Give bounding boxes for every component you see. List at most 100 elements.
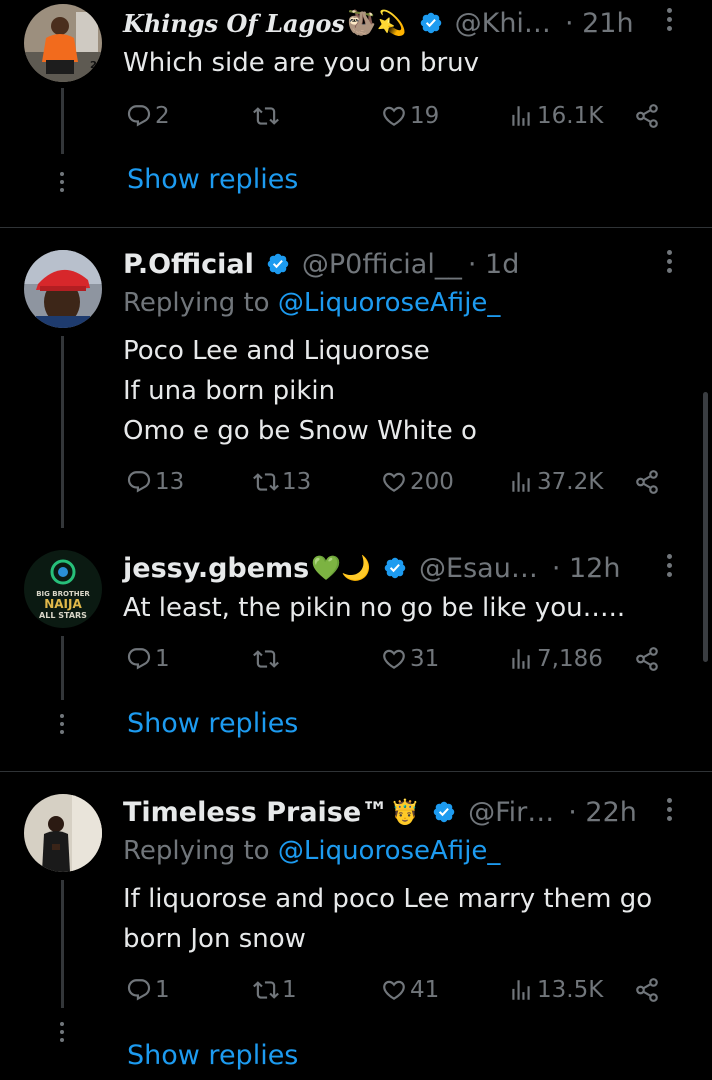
- heart-icon: [381, 646, 407, 672]
- avatar[interactable]: 20: [24, 4, 102, 82]
- view-count: 37.2K: [537, 469, 604, 495]
- handle[interactable]: @Fir…: [468, 797, 554, 828]
- display-name[interactable]: P.Official: [123, 249, 254, 280]
- tweet-text: Poco Lee and Liquorose If una born pikin…: [123, 331, 477, 451]
- handle[interactable]: @Khi…: [455, 8, 551, 39]
- more-options-icon[interactable]: [664, 798, 674, 828]
- display-name[interactable]: jessy.gbems: [123, 553, 309, 584]
- retweet-button[interactable]: [253, 646, 282, 672]
- show-replies-link[interactable]: Show replies: [127, 1040, 298, 1071]
- share-icon: [634, 469, 660, 495]
- tweet-line: At least, the pikin no go be like you…..: [123, 593, 626, 623]
- timestamp[interactable]: · 22h: [568, 797, 637, 828]
- like-button[interactable]: 31: [381, 646, 439, 672]
- tweet-header: jessy.gbems 💚🌙 @Esau… · 12h: [123, 548, 620, 588]
- scrollbar[interactable]: [703, 392, 708, 662]
- heart-icon: [381, 977, 407, 1003]
- mention-link[interactable]: @LiquoroseAfije_: [278, 288, 501, 318]
- handle[interactable]: @P0fficial__: [302, 249, 462, 280]
- share-button[interactable]: [634, 977, 663, 1003]
- share-button[interactable]: [634, 103, 663, 129]
- timestamp[interactable]: · 1d: [468, 249, 519, 280]
- like-button[interactable]: 19: [381, 103, 439, 129]
- views-button[interactable]: 16.1K: [508, 103, 603, 129]
- heart-icon: [381, 469, 407, 495]
- reply-button[interactable]: 1: [126, 977, 170, 1003]
- reply-button[interactable]: 2: [126, 103, 170, 129]
- avatar-text: ALL STARS: [39, 611, 87, 620]
- views-chart-icon: [508, 103, 534, 129]
- view-count: 7,186: [537, 646, 603, 672]
- reply-feed: 20 Khings Of Lagos 🦥💫 @Khi… · 21h Which …: [0, 0, 712, 1080]
- timestamp[interactable]: · 12h: [552, 553, 621, 584]
- more-options-icon[interactable]: [664, 554, 674, 584]
- tweet-card[interactable]: BIG BROTHER NAIJA ALL STARS jessy.gbems …: [0, 528, 712, 768]
- name-emoji: 🤴: [390, 798, 421, 826]
- tweet-text: Which side are you on bruv: [123, 43, 479, 83]
- tweet-card[interactable]: P.Official @P0fficial__ · 1d Replying to…: [0, 228, 712, 528]
- handle[interactable]: @Esau…: [419, 553, 538, 584]
- avatar[interactable]: [24, 250, 102, 328]
- like-button[interactable]: 41: [381, 977, 439, 1003]
- views-chart-icon: [508, 646, 534, 672]
- tweet-line: Which side are you on bruv: [123, 48, 480, 78]
- view-count: 13.5K: [537, 977, 604, 1003]
- verified-badge-icon: [419, 11, 443, 35]
- thread-gap-dots: [60, 172, 65, 196]
- display-name[interactable]: Khings Of Lagos: [123, 9, 345, 38]
- reply-count: 2: [155, 103, 170, 129]
- retweet-button[interactable]: 1: [253, 977, 297, 1003]
- retweet-icon: [253, 977, 279, 1003]
- tweet-line: Omo e go be Snow White o: [123, 416, 477, 446]
- mention-link[interactable]: @LiquoroseAfije_: [278, 836, 501, 866]
- tweet-card[interactable]: 20 Khings Of Lagos 🦥💫 @Khi… · 21h Which …: [0, 0, 712, 226]
- like-count: 31: [410, 646, 440, 672]
- tweet-line: born Jon snow: [123, 924, 306, 954]
- share-icon: [634, 646, 660, 672]
- action-bar: 1 1 41 13.5K: [0, 977, 712, 1013]
- replying-to: Replying to @LiquoroseAfije_: [123, 836, 500, 866]
- action-bar: 2 19 16.1K: [0, 103, 712, 139]
- action-bar: 13 13 200 37.2K: [0, 469, 712, 505]
- timestamp[interactable]: · 21h: [565, 8, 634, 39]
- share-button[interactable]: [634, 646, 663, 672]
- reply-icon: [126, 103, 152, 129]
- views-chart-icon: [508, 977, 534, 1003]
- more-options-icon[interactable]: [664, 250, 674, 280]
- views-button[interactable]: 37.2K: [508, 469, 603, 495]
- retweet-button[interactable]: [253, 103, 282, 129]
- tweet-card[interactable]: Timeless Praise™ 🤴 @Fir… · 22h Replying …: [0, 772, 712, 1080]
- avatar-text: NAIJA: [44, 597, 82, 611]
- reply-icon: [126, 646, 152, 672]
- avatar[interactable]: BIG BROTHER NAIJA ALL STARS: [24, 550, 102, 628]
- reply-button[interactable]: 1: [126, 646, 170, 672]
- share-icon: [634, 977, 660, 1003]
- retweet-button[interactable]: 13: [253, 469, 311, 495]
- replying-to-label: Replying to: [123, 836, 270, 866]
- show-replies-link[interactable]: Show replies: [127, 164, 298, 195]
- views-button[interactable]: 13.5K: [508, 977, 603, 1003]
- like-count: 19: [410, 103, 440, 129]
- reply-icon: [126, 977, 152, 1003]
- tweet-text: If liquorose and poco Lee marry them go …: [123, 879, 652, 959]
- retweet-count: 13: [282, 469, 312, 495]
- display-name[interactable]: Timeless Praise™: [123, 797, 388, 828]
- share-button[interactable]: [634, 469, 663, 495]
- like-button[interactable]: 200: [381, 469, 454, 495]
- retweet-count: 1: [282, 977, 297, 1003]
- avatar[interactable]: [24, 794, 102, 872]
- reply-button[interactable]: 13: [126, 469, 184, 495]
- view-count: 16.1K: [537, 103, 604, 129]
- reply-count: 1: [155, 977, 170, 1003]
- views-button[interactable]: 7,186: [508, 646, 603, 672]
- show-replies-link[interactable]: Show replies: [127, 708, 298, 739]
- views-chart-icon: [508, 469, 534, 495]
- share-icon: [634, 103, 660, 129]
- verified-badge-icon: [383, 556, 407, 580]
- tweet-text: At least, the pikin no go be like you…..: [123, 588, 625, 628]
- name-emoji: 💚🌙: [311, 554, 372, 582]
- action-bar: 1 31 7,186: [0, 646, 712, 682]
- reply-count: 13: [155, 469, 185, 495]
- tweet-header: P.Official @P0fficial__ · 1d: [123, 244, 519, 284]
- more-options-icon[interactable]: [664, 8, 674, 38]
